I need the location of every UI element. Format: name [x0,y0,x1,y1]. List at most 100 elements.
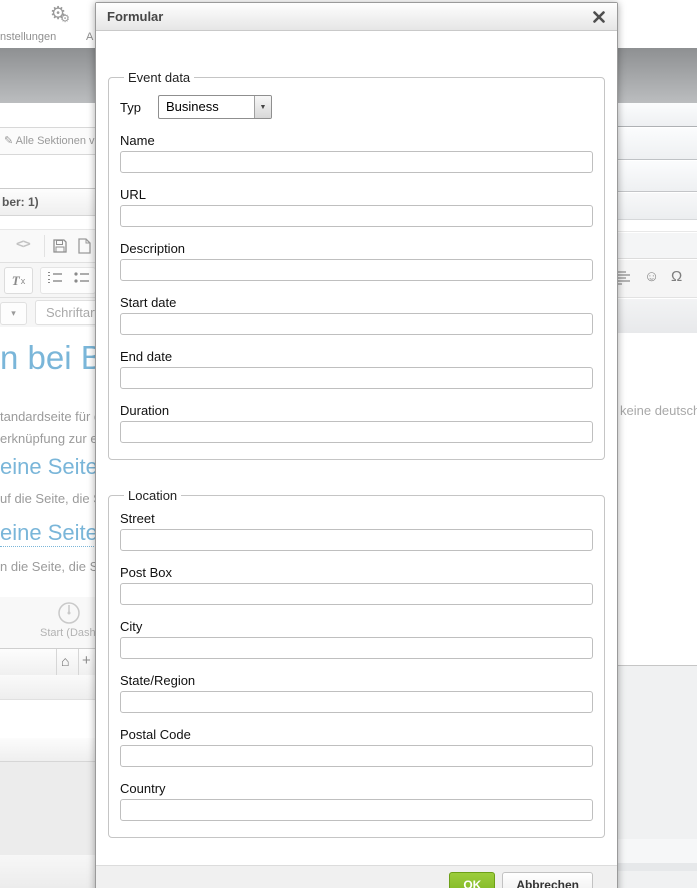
nav-item-second[interactable]: A [86,31,93,43]
bullet-list-icon[interactable] [74,271,90,290]
field-label-post-box: Post Box [120,565,593,580]
type-label: Typ [120,100,158,115]
start-dashboard-label[interactable]: Start (Dash [40,627,95,639]
editor-toolbar-row-1: <> [0,229,95,262]
dialog-body: Event data Typ Business ▼ Name URL Descr… [96,32,617,888]
right-panel-row [618,193,697,220]
editor-toolbar-row-3: ▾ Schriftart [0,298,95,328]
right-panel-row [618,103,697,127]
duration-input[interactable] [120,421,593,443]
field-label-url: URL [120,187,593,202]
postal-code-input[interactable] [120,745,593,767]
field-label-end-date: End date [120,349,593,364]
post-box-input[interactable] [120,583,593,605]
save-icon[interactable] [50,236,70,256]
editor-content-left: n bei Bl tandardseite für d erknüpfung z… [0,327,95,597]
name-input[interactable] [120,151,593,173]
background-right-column: ☺ Ω keine deutsch [618,103,697,888]
editor-content-right: keine deutsch [618,333,697,665]
right-panel-row [618,221,697,232]
editor-toolbar-row-2: Tx [0,262,95,298]
event-data-legend: Event data [124,70,194,85]
right-panel-row [618,299,697,333]
number-row: ber: 1) [0,188,95,216]
editor-heading-1: n bei Bl [0,339,95,377]
editor-paragraph-line: n die Seite, die S [0,559,95,574]
field-label-name: Name [120,133,593,148]
nav-item-settings[interactable]: nstellungen [0,31,56,43]
numbered-list-icon[interactable] [47,271,63,290]
location-legend: Location [124,488,181,503]
dialog-titlebar[interactable]: Formular [96,3,617,31]
right-panel-row [618,233,697,259]
field-label-duration: Duration [120,403,593,418]
field-label-state-region: State/Region [120,673,593,688]
field-label-country: Country [120,781,593,796]
dialog-footer: OK Abbrechen [96,865,617,888]
editor-toolbar-row-2-right: ☺ Ω [618,260,697,298]
dialog-title: Formular [107,9,592,24]
background-band [618,863,697,871]
background-band [0,762,95,855]
list-button-group [40,267,95,294]
country-input[interactable] [120,799,593,821]
state-region-input[interactable] [120,691,593,713]
select-arrow-icon[interactable]: ▼ [254,96,271,118]
field-label-description: Description [120,241,593,256]
background-band [0,700,95,738]
editor-heading-link[interactable]: eine Seite? [0,520,95,547]
settings-gear-icon[interactable]: ⚙⚙ [50,3,76,24]
background-band [0,675,95,700]
background-left-column: ✎ Alle Sektionen v ber: 1) <> Tx ▾ Schri… [0,103,95,888]
field-label-city: City [120,619,593,634]
new-document-icon[interactable] [74,236,94,256]
location-fieldset: Location Street Post Box City State/Regi… [108,488,605,838]
background-band [0,855,95,888]
home-icon[interactable]: ⌂ [61,653,69,669]
ok-button[interactable]: OK [449,872,495,888]
cancel-button[interactable]: Abbrechen [502,872,593,888]
editor-paragraph-line: uf die Seite, die S [0,491,95,506]
formular-dialog: Formular Event data Typ Business ▼ Name … [95,2,618,888]
sections-bar[interactable]: ✎ Alle Sektionen v [0,127,95,155]
right-bottom-panel [618,665,697,888]
type-select-value: Business [159,96,254,118]
street-input[interactable] [120,529,593,551]
chevron-down-icon: ▾ [11,308,16,319]
start-date-input[interactable] [120,313,593,335]
bottom-panel: Start (Dash [0,597,95,648]
city-input[interactable] [120,637,593,659]
font-family-dropdown[interactable]: Schriftart [35,300,95,325]
pencil-icon: ✎ [4,135,13,147]
close-icon[interactable] [592,10,606,24]
smiley-icon[interactable]: ☺ [644,268,659,285]
style-dropdown[interactable]: ▾ [0,302,27,325]
editor-paragraph-line: tandardseite für d [0,409,95,424]
field-label-start-date: Start date [120,295,593,310]
cell-divider [56,649,57,676]
end-date-input[interactable] [120,367,593,389]
paragraph-lines-icon[interactable] [618,270,630,291]
event-data-fieldset: Event data Typ Business ▼ Name URL Descr… [108,70,605,460]
url-input[interactable] [120,205,593,227]
sections-bar-label: Alle Sektionen v [16,135,95,147]
remove-format-icon[interactable]: Tx [4,267,33,294]
editor-text-fragment: keine deutsch [620,403,697,418]
right-panel-row [618,128,697,160]
toolbar-divider [44,235,45,257]
right-panel-row [618,161,697,192]
background-band [618,839,697,863]
field-label-postal-code: Postal Code [120,727,593,742]
type-row: Typ Business ▼ [120,95,593,119]
field-label-street: Street [120,511,593,526]
description-input[interactable] [120,259,593,281]
omega-icon[interactable]: Ω [671,268,682,285]
add-icon[interactable]: + [82,652,91,669]
editor-paragraph-line: erknüpfung zur e [0,431,95,446]
editor-heading-2: eine Seite [0,454,95,480]
type-select[interactable]: Business ▼ [158,95,272,119]
background-band [0,738,95,762]
source-code-icon[interactable]: <> [16,237,30,252]
quick-icons-row: ⌂ + [0,648,95,675]
cell-divider [78,649,79,676]
